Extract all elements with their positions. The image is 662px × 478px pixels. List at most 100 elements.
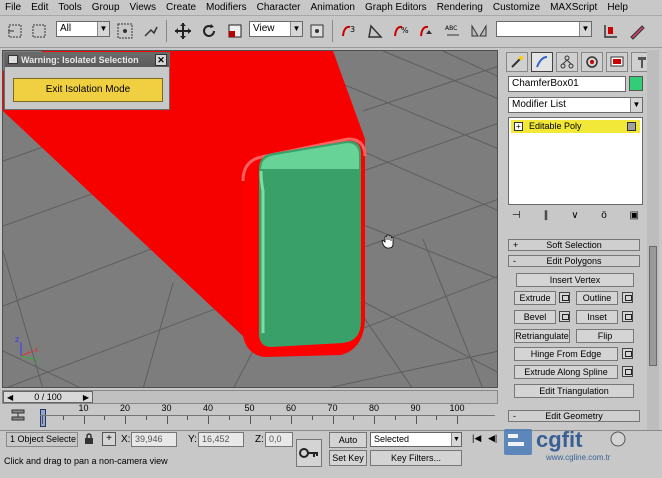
menu-item-help[interactable]: Help (602, 0, 633, 16)
scrollbar-thumb[interactable] (649, 246, 657, 366)
menu-item-character[interactable]: Character (252, 0, 306, 16)
reference-coord-dropdown[interactable]: View ▼ (249, 21, 303, 37)
ruler-tick (270, 416, 272, 420)
configure-modifier-sets-icon[interactable]: ▣ (630, 210, 639, 221)
absolute-mode-icon[interactable]: + (102, 432, 116, 446)
expand-icon[interactable]: + (514, 122, 523, 131)
hierarchy-tab-icon[interactable] (556, 52, 578, 72)
selection-filter-dropdown[interactable]: All ▼ (56, 21, 110, 37)
key-filters-button[interactable]: Key Filters... (370, 450, 462, 466)
menu-item-group[interactable]: Group (87, 0, 125, 16)
stack-item-editable-poly[interactable]: + Editable Poly (511, 120, 640, 133)
extrude-spline-settings-icon[interactable] (622, 366, 633, 377)
inset-button[interactable]: Inset (576, 310, 618, 324)
extrude-along-spline-button[interactable]: Extrude Along Spline (514, 365, 618, 379)
pin-stack-icon[interactable]: ⊣ (512, 210, 521, 221)
next-frame-icon[interactable]: ▶ (83, 393, 89, 403)
modify-tab-icon[interactable] (531, 52, 553, 72)
align-icon[interactable] (600, 20, 622, 42)
dialog-title-bar[interactable]: Warning: Isolated Selection ✕ (5, 53, 169, 67)
exit-isolation-mode-button[interactable]: Exit Isolation Mode (13, 78, 163, 102)
set-key-button[interactable]: Set Key (329, 450, 367, 466)
bevel-button[interactable]: Bevel (514, 310, 556, 324)
previous-key-icon[interactable]: ◀| (488, 433, 497, 444)
track-bar[interactable]: 10 20 30 40 50 60 70 80 90 100 (0, 403, 500, 429)
ruler-tick (125, 416, 126, 424)
edit-triangulation-button[interactable]: Edit Triangulation (514, 384, 634, 398)
menu-item-tools[interactable]: Tools (53, 0, 86, 16)
spinner-snap-icon[interactable] (416, 20, 438, 42)
close-icon[interactable]: ✕ (155, 54, 167, 66)
retriangulate-button[interactable]: Retriangulate (514, 329, 570, 343)
mini-curve-editor-icon[interactable] (8, 407, 30, 425)
edit-named-selection-icon[interactable]: ABC (442, 20, 464, 42)
ruler-tick (457, 416, 458, 424)
time-slider-knob[interactable]: ◀ 0 / 100 ▶ (3, 391, 93, 403)
rotate-icon[interactable] (198, 20, 220, 42)
ruler-tick (145, 416, 147, 420)
percent-snap-icon[interactable]: % (390, 20, 412, 42)
create-tab-icon[interactable] (506, 52, 528, 72)
show-end-result-icon[interactable]: ∥ (543, 210, 548, 221)
extrude-settings-icon[interactable] (559, 292, 570, 303)
pivot-center-icon[interactable] (306, 20, 328, 42)
stack-toolbar: ⊣ ∥ ∨ ö ▣ (508, 206, 643, 224)
bevel-settings-icon[interactable] (559, 311, 570, 322)
make-unique-icon[interactable]: ∨ (571, 210, 578, 221)
rollout-edit-polygons[interactable]: - Edit Polygons (508, 255, 640, 267)
move-icon[interactable] (172, 20, 194, 42)
remove-modifier-icon[interactable]: ö (601, 210, 607, 221)
menu-item-graph-editors[interactable]: Graph Editors (360, 0, 432, 16)
key-mode-dropdown[interactable]: Selected ▼ (370, 432, 462, 447)
undo-icon[interactable] (4, 20, 26, 42)
x-coordinate-field[interactable]: 39,946 (131, 432, 177, 447)
outline-settings-icon[interactable] (622, 292, 633, 303)
snap-3d-icon[interactable]: 3 (338, 20, 360, 42)
modifier-list-dropdown[interactable]: Modifier List ▼ (508, 97, 643, 113)
time-slider[interactable]: ◀ 0 / 100 ▶ (2, 390, 498, 404)
prev-frame-icon[interactable]: ◀ (7, 393, 13, 403)
lock-selection-icon[interactable] (82, 432, 96, 446)
menu-item-file[interactable]: File (0, 0, 26, 16)
outline-button[interactable]: Outline (576, 291, 618, 305)
menu-item-maxscript[interactable]: MAXScript (545, 0, 602, 16)
select-region-icon[interactable] (28, 20, 50, 42)
object-color-swatch[interactable] (629, 76, 643, 91)
auto-key-button[interactable]: Auto Key (329, 432, 367, 459)
flip-button[interactable]: Flip (576, 329, 634, 343)
svg-text:%: % (401, 26, 409, 35)
rollout-edit-geometry[interactable]: - Edit Geometry (508, 410, 640, 422)
hinge-settings-icon[interactable] (622, 348, 633, 359)
mirror-icon[interactable] (468, 20, 490, 42)
select-by-name-icon[interactable] (140, 20, 162, 42)
scale-icon[interactable] (224, 20, 246, 42)
menu-item-customize[interactable]: Customize (488, 0, 545, 16)
ruler-label: 90 (410, 403, 421, 413)
extrude-button[interactable]: Extrude (514, 291, 556, 305)
angle-snap-icon[interactable] (364, 20, 386, 42)
rollout-soft-selection[interactable]: + Soft Selection (508, 239, 640, 251)
inset-settings-icon[interactable] (622, 311, 633, 322)
menu-item-views[interactable]: Views (125, 0, 162, 16)
y-coordinate-field[interactable]: 16,452 (198, 432, 244, 447)
object-name-field[interactable]: ChamferBox01 (508, 76, 626, 92)
modifier-stack: + Editable Poly (508, 117, 643, 205)
go-to-start-icon[interactable]: |◀ (472, 433, 481, 444)
ruler-tick (394, 416, 396, 420)
insert-vertex-button[interactable]: Insert Vertex (516, 273, 634, 287)
hinge-from-edge-button[interactable]: Hinge From Edge (514, 347, 618, 361)
menu-item-rendering[interactable]: Rendering (432, 0, 488, 16)
z-coordinate-field[interactable]: 0,0 (265, 432, 293, 447)
menu-item-modifiers[interactable]: Modifiers (201, 0, 252, 16)
panel-scrollbar[interactable] (647, 50, 659, 478)
set-key-icon[interactable] (296, 439, 322, 467)
menu-item-edit[interactable]: Edit (26, 0, 53, 16)
select-object-icon[interactable] (114, 20, 136, 42)
menu-item-create[interactable]: Create (161, 0, 201, 16)
display-tab-icon[interactable] (606, 52, 628, 72)
named-selection-dropdown[interactable]: ▼ (496, 21, 592, 37)
layer-manager-icon[interactable] (626, 20, 648, 42)
stack-item-toggle[interactable] (627, 122, 636, 131)
motion-tab-icon[interactable] (581, 52, 603, 72)
menu-item-animation[interactable]: Animation (306, 0, 360, 16)
